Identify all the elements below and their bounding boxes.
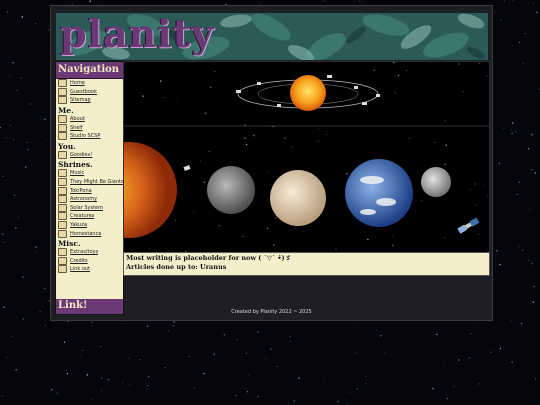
nav-link-icon: [58, 248, 67, 257]
nav-link[interactable]: They Might Be Giants: [56, 178, 124, 187]
main-content: [123, 61, 490, 276]
nav-link[interactable]: Guestbook: [56, 87, 123, 97]
nav-link-icon: [58, 186, 67, 195]
nav-link[interactable]: Sitemap: [56, 96, 123, 105]
nav-link-label: Studio SCSP: [70, 133, 101, 140]
note-line-1: Most writing is placeholder for now ( ˙▽…: [126, 254, 292, 262]
nav-link[interactable]: Link out: [56, 265, 123, 274]
nav-link[interactable]: Home: [56, 79, 123, 88]
mercury-image: [207, 166, 255, 214]
nav-link-icon: [58, 123, 67, 132]
nav-link-icon: [58, 169, 67, 178]
nav-list: Home Guestbook Sitemap Me. About Shelf Studio …: [56, 79, 124, 274]
comet-icon: [183, 165, 191, 171]
note-line-2: Articles done up to: Uranus: [126, 263, 227, 271]
nav-link-label: About: [70, 116, 85, 123]
sun-image: [124, 142, 177, 238]
solar-system-illustration: [124, 62, 489, 274]
nav-link-icon: [58, 256, 67, 265]
sidebar-nav: Navigation Home Guestbook Sitemap Me. About S…: [55, 61, 124, 315]
satellite-icon: [457, 217, 480, 234]
nav-link[interactable]: Music: [56, 169, 123, 178]
nav-link-icon: [58, 203, 67, 212]
nav-link[interactable]: Extras/toys: [56, 248, 123, 257]
nav-link[interactable]: Astronomy: [56, 195, 123, 204]
nav-link[interactable]: Homestance: [56, 229, 123, 238]
nav-link-label: Extras/toys: [70, 249, 99, 256]
page-frame: planity Navigation Home Guestbook Sitemap M…: [50, 5, 493, 321]
nav-link[interactable]: Goodies!: [56, 150, 123, 160]
nav-link-icon: [58, 265, 67, 274]
venus-image: [270, 170, 326, 226]
moon-image: [421, 167, 451, 197]
nav-link[interactable]: TokiPona: [56, 186, 123, 195]
nav-section-title: Shrines.: [58, 160, 93, 170]
nav-link-label: Homestance: [70, 230, 102, 237]
nav-link-icon: [58, 212, 67, 221]
nav-link-icon: [58, 115, 67, 124]
site-title: planity: [60, 12, 215, 56]
nav-link-label: Goodies!: [70, 151, 93, 158]
nav-link-icon: [58, 178, 67, 187]
nav-link[interactable]: About: [56, 115, 123, 124]
nav-link-icon: [58, 96, 67, 105]
nav-link-icon: [58, 221, 67, 230]
nav-link[interactable]: Shelf: [56, 123, 123, 132]
nav-link-label: Astronomy: [70, 196, 98, 203]
nav-heading: Navigation: [56, 62, 123, 79]
nav-link[interactable]: Creatures: [56, 212, 123, 221]
nav-link-label: Sitemap: [70, 97, 91, 104]
nav-section-title: You.: [58, 141, 76, 151]
nav-link[interactable]: Solar System: [56, 203, 123, 213]
nav-link-label: Guestbook: [70, 88, 97, 95]
site-banner: planity: [55, 12, 489, 61]
nav-link-icon: [58, 132, 67, 141]
status-note: Most writing is placeholder for now ( ˙▽…: [123, 252, 490, 276]
earth-image: [345, 159, 413, 227]
nav-link-label: TokiPona: [70, 187, 92, 194]
nav-link-label: Shelf: [70, 124, 83, 131]
nav-link-icon: [58, 79, 67, 88]
nav-section-title: Misc.: [58, 238, 81, 248]
nav-link-icon: [58, 87, 67, 96]
nav-link-label: They Might Be Giants: [70, 179, 124, 186]
nav-link-label: Credits: [70, 257, 88, 264]
nav-link[interactable]: Yakuza: [56, 221, 123, 230]
nav-link-label: Music: [70, 170, 85, 177]
nav-link-label: Yakuza: [70, 222, 88, 229]
orbit-diagram: [236, 75, 380, 111]
nav-link-icon: [58, 229, 67, 238]
nav-link[interactable]: Studio SCSP: [56, 132, 123, 141]
nav-link-label: Link out: [70, 266, 91, 273]
nav-link-icon: [58, 150, 67, 159]
nav-link[interactable]: Credits: [56, 256, 123, 266]
nav-link-label: Home: [70, 80, 85, 87]
nav-link-icon: [58, 195, 67, 204]
small-sun-icon: [290, 75, 326, 111]
nav-section-title: Me.: [58, 105, 74, 115]
nav-link-label: Creatures: [70, 213, 95, 220]
footer-credit: Created by Planity 2022 ~ 2025: [231, 309, 312, 315]
nav-link-label: Solar System: [70, 204, 103, 211]
